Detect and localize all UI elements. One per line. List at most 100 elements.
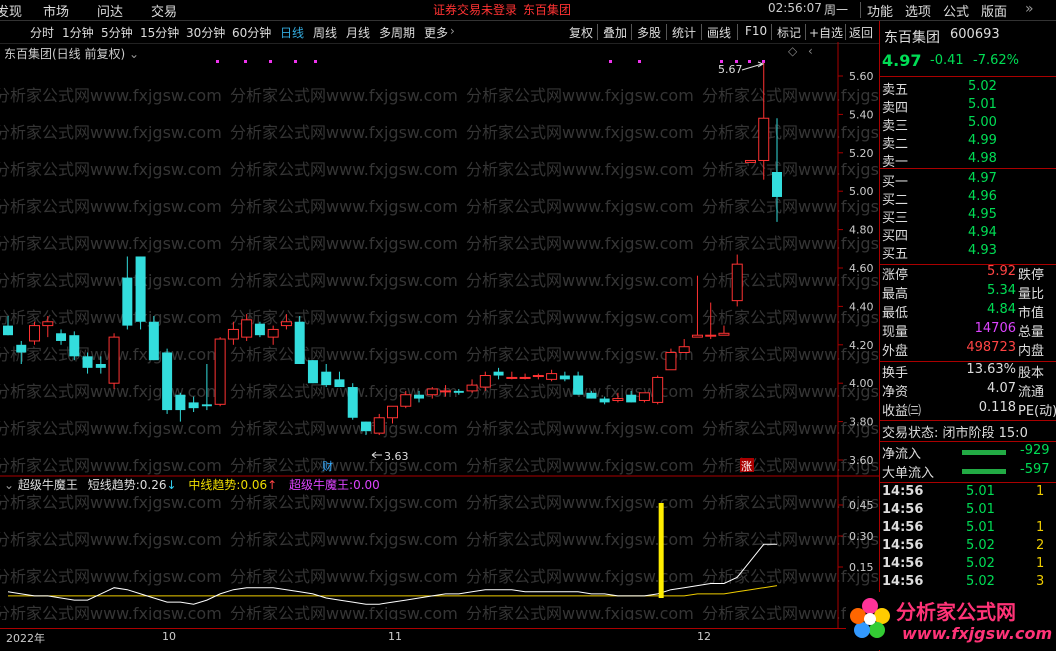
candle[interactable] [267, 328, 279, 338]
menu-formula[interactable]: 公式 [943, 1, 969, 20]
candle[interactable] [108, 336, 120, 384]
tool-button[interactable]: 多股 [637, 24, 661, 41]
tool-button[interactable]: 标记 [777, 24, 801, 41]
candle[interactable] [744, 159, 756, 163]
login-notice[interactable]: 证券交易未登录 [433, 1, 517, 18]
candle[interactable] [201, 404, 212, 407]
candle[interactable] [400, 394, 412, 407]
limit-up-marker[interactable]: 涨 [741, 460, 752, 473]
candle[interactable] [135, 256, 146, 322]
menu-options[interactable]: 选项 [905, 1, 931, 20]
candle[interactable] [414, 394, 425, 399]
candle[interactable] [373, 417, 385, 434]
period-tab[interactable]: 月线 [346, 24, 370, 41]
tool-button[interactable]: F10 [745, 24, 767, 38]
finance-marker[interactable]: 财 [322, 459, 333, 473]
expand-arrow-icon[interactable]: » [1025, 1, 1034, 17]
candle[interactable] [321, 371, 332, 386]
candle[interactable] [162, 352, 173, 411]
menu-function[interactable]: 功能 [867, 1, 893, 20]
candle[interactable] [148, 321, 159, 361]
candle[interactable] [665, 351, 677, 371]
candle[interactable] [705, 334, 717, 337]
candle[interactable] [612, 398, 624, 401]
candle[interactable] [519, 376, 531, 379]
back-button[interactable]: 返回 [849, 24, 873, 41]
stat-value: 5.92 [987, 264, 1016, 279]
candle[interactable] [387, 405, 398, 419]
candle[interactable] [426, 388, 438, 396]
tool-button[interactable]: 画线 [707, 24, 731, 41]
candle[interactable] [29, 325, 41, 342]
candle[interactable] [440, 390, 452, 393]
add-watchlist-button[interactable]: +自选 [809, 24, 843, 41]
candle[interactable] [532, 375, 544, 378]
candle[interactable] [479, 375, 491, 388]
candle[interactable] [493, 371, 504, 376]
ask-label: 卖三 [882, 119, 909, 134]
menu-discover[interactable]: 发现 [0, 1, 22, 20]
candle[interactable] [188, 402, 199, 409]
candle[interactable] [307, 360, 318, 384]
candle[interactable] [546, 373, 558, 380]
chevron-right-icon[interactable]: › [450, 24, 455, 38]
candle[interactable] [214, 338, 226, 405]
candle[interactable] [678, 346, 690, 353]
candle[interactable] [42, 321, 54, 327]
tool-button[interactable]: 统计 [672, 24, 696, 41]
candlestick-chart[interactable]: 5.60 5.40 5.20 5.00 4.80 4.60 4.40 4.20 4.00 3.80… [0, 42, 879, 478]
period-tab-active[interactable]: 日线 [280, 24, 304, 41]
candle[interactable] [691, 334, 703, 338]
tick-time: 14:56 [882, 484, 924, 499]
menu-wenda[interactable]: 问达 [97, 1, 123, 20]
candle[interactable] [731, 263, 743, 302]
candle[interactable] [347, 387, 358, 418]
tool-button[interactable]: 叠加 [603, 24, 627, 41]
period-tab[interactable]: 1分钟 [62, 24, 94, 41]
menu-layout[interactable]: 版面 [981, 1, 1007, 20]
candle[interactable] [626, 394, 637, 403]
period-tab[interactable]: 60分钟 [232, 24, 271, 41]
candle[interactable] [227, 328, 239, 340]
candle[interactable] [599, 398, 610, 403]
period-tab[interactable]: 5分钟 [101, 24, 133, 41]
candle[interactable] [122, 277, 133, 326]
candle[interactable] [294, 321, 305, 364]
candle[interactable] [56, 333, 67, 341]
candle[interactable] [82, 356, 93, 368]
candle[interactable] [559, 375, 570, 380]
candle[interactable] [69, 335, 80, 357]
candle[interactable] [16, 344, 27, 353]
candle[interactable] [652, 376, 664, 403]
period-tab[interactable]: 多周期 [379, 24, 415, 41]
candle[interactable] [772, 172, 782, 197]
menu-market[interactable]: 市场 [43, 1, 69, 20]
candle[interactable] [175, 394, 186, 411]
candle[interactable] [586, 392, 597, 399]
stock-name: 东百集团 [884, 30, 940, 46]
signal-dot [244, 60, 247, 63]
candle[interactable] [241, 319, 253, 338]
candle[interactable] [466, 384, 478, 392]
period-tab[interactable]: 15分钟 [140, 24, 179, 41]
period-tab[interactable]: 周线 [313, 24, 337, 41]
candle[interactable] [638, 392, 650, 401]
period-tab[interactable]: 分时 [30, 24, 54, 41]
candle[interactable] [360, 421, 371, 432]
candle[interactable] [3, 325, 13, 336]
menu-trade[interactable]: 交易 [151, 1, 177, 20]
indicator-chart[interactable]: 0.45 0.30 0.15 [0, 478, 879, 628]
candle[interactable] [254, 323, 265, 336]
candle[interactable] [95, 364, 106, 368]
candle[interactable] [758, 117, 770, 161]
candle[interactable] [280, 321, 292, 327]
stat-label-right: 流通 [1018, 385, 1045, 400]
candle[interactable] [506, 376, 518, 379]
candle[interactable] [453, 390, 464, 393]
candle[interactable] [718, 332, 730, 336]
more-button[interactable]: 更多 [424, 24, 448, 41]
tool-button[interactable]: 复权 [569, 24, 593, 41]
candle[interactable] [334, 379, 345, 388]
period-tab[interactable]: 30分钟 [186, 24, 225, 41]
candle[interactable] [573, 375, 584, 395]
